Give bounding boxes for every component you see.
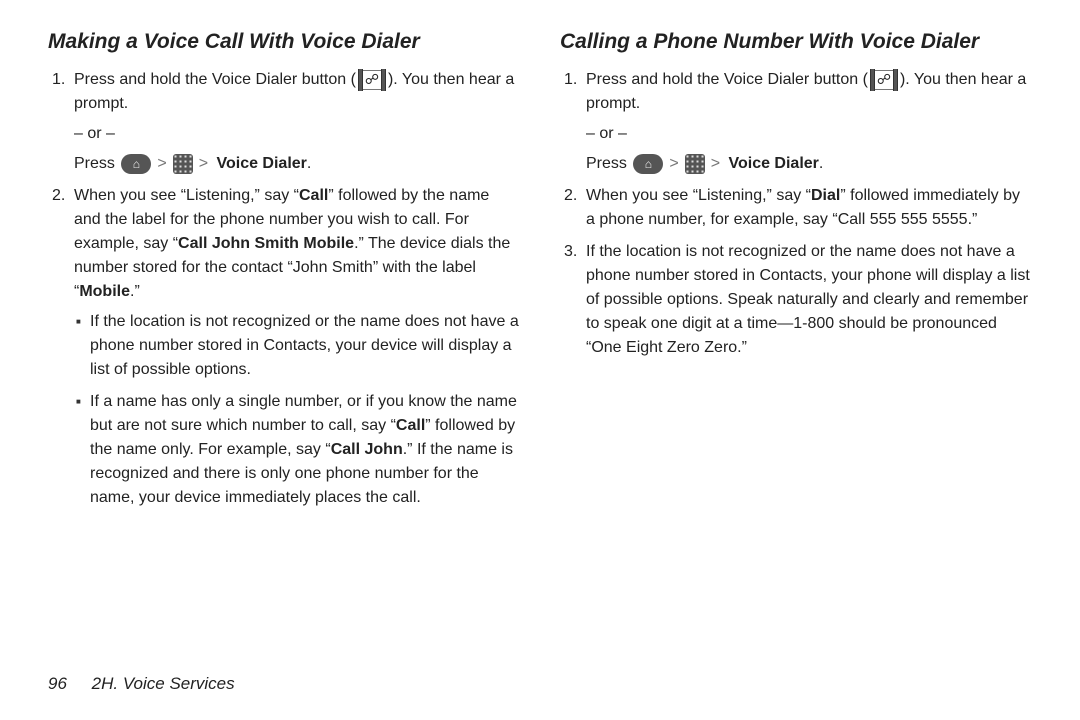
page-number: 96 [48,674,67,693]
right-column: Calling a Phone Number With Voice Dialer… [560,30,1032,518]
left-step1-text-a: Press and hold the Voice Dialer button ( [74,71,356,88]
right-title: Calling a Phone Number With Voice Dialer [560,30,1032,54]
left-bullet2-call: Call [396,417,425,434]
left-column: Making a Voice Call With Voice Dialer Pr… [48,30,520,518]
left-step-1: Press and hold the Voice Dialer button (… [74,68,520,176]
right-press-line: Press ⌂>> Voice Dialer. [586,152,1032,176]
left-title: Making a Voice Call With Voice Dialer [48,30,520,54]
right-press-prefix: Press [586,155,631,172]
right-step2-dial: Dial [811,187,840,204]
two-column-layout: Making a Voice Call With Voice Dialer Pr… [48,30,1032,518]
chevron-icon: > [711,152,720,176]
chevron-icon: > [199,152,208,176]
left-step-2: When you see “Listening,” say “Call” fol… [74,184,520,510]
voice-dialer-button-icon: ☍ [358,69,386,91]
apps-grid-icon [173,154,193,174]
left-or: – or – [74,122,520,146]
right-or: – or – [586,122,1032,146]
left-bullet-1: If the location is not recognized or the… [90,310,520,382]
footer-section: 2H. Voice Services [92,674,235,693]
right-step1-text-a: Press and hold the Voice Dialer button ( [586,71,868,88]
page-footer: 96 2H. Voice Services [48,674,235,694]
home-icon: ⌂ [633,154,663,174]
chevron-icon: > [157,152,166,176]
chevron-icon: > [669,152,678,176]
right-step-1: Press and hold the Voice Dialer button (… [586,68,1032,176]
left-bullet-2: If a name has only a single number, or i… [90,390,520,510]
right-step-3: If the location is not recognized or the… [586,240,1032,360]
left-step2-call: Call [299,187,328,204]
left-step2-a: When you see “Listening,” say “ [74,187,299,204]
left-bullet2-example: Call John [331,441,403,458]
left-press-line: Press ⌂>> Voice Dialer. [74,152,520,176]
left-step2-example: Call John Smith Mobile [178,235,354,252]
left-step2-d: .” [130,283,140,300]
right-step-2: When you see “Listening,” say “Dial” fol… [586,184,1032,232]
left-voice-dialer-label: Voice Dialer [216,155,306,172]
left-step2-mobile: Mobile [79,283,130,300]
home-icon: ⌂ [121,154,151,174]
left-press-prefix: Press [74,155,119,172]
apps-grid-icon [685,154,705,174]
voice-dialer-button-icon: ☍ [870,69,898,91]
right-voice-dialer-label: Voice Dialer [728,155,818,172]
left-bullets: If the location is not recognized or the… [74,310,520,510]
right-steps: Press and hold the Voice Dialer button (… [560,68,1032,360]
right-step2-a: When you see “Listening,” say “ [586,187,811,204]
left-steps: Press and hold the Voice Dialer button (… [48,68,520,510]
